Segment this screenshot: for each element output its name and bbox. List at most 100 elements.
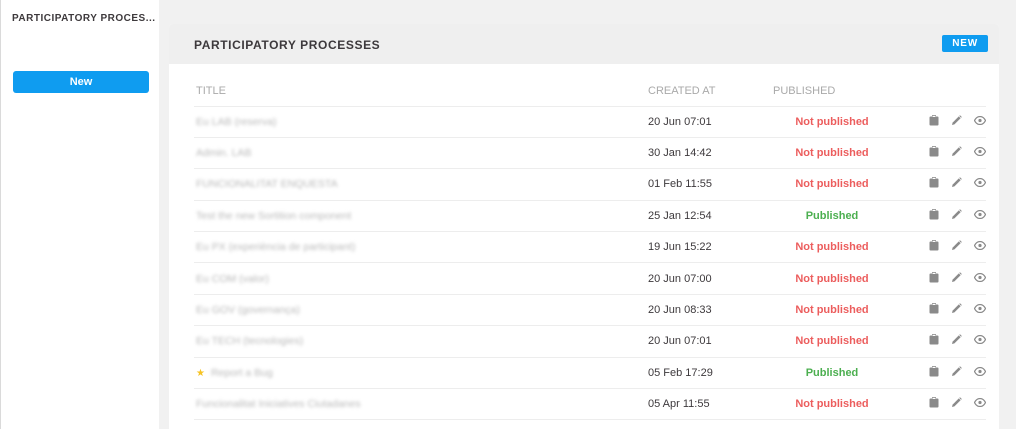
copy-icon[interactable]: [929, 177, 939, 188]
table-row: Eu PX (experiència de participant) 19 Jun…: [194, 231, 986, 264]
processes-card: PARTICIPATORY PROCESSES NEW TITLE CREATE…: [169, 24, 999, 429]
created-at-cell: 20 Jun 08:33: [648, 294, 764, 327]
status-badge: Not published: [795, 304, 869, 317]
table-row: Eu COM (valor) 20 Jun 07:00 Not published: [194, 262, 986, 295]
published-status-cell: Published: [764, 200, 900, 233]
pencil-icon[interactable]: [951, 209, 962, 220]
pencil-icon[interactable]: [951, 240, 962, 251]
published-status-cell: Not published: [764, 137, 900, 170]
created-at-cell: 20 Jun 07:00: [648, 262, 764, 295]
row-actions: [929, 303, 986, 314]
new-process-button[interactable]: NEW: [942, 35, 988, 52]
table-row: Admin. LAB 30 Jan 14:42 Not published: [194, 137, 986, 170]
process-title-link[interactable]: FUNCIONALITAT ENQUESTA: [196, 178, 338, 190]
pencil-icon[interactable]: [951, 334, 962, 345]
copy-icon[interactable]: [929, 334, 939, 345]
actions-cell: [900, 325, 986, 358]
eye-icon[interactable]: [974, 398, 986, 408]
process-title-link[interactable]: Eu COM (valor): [196, 273, 269, 285]
process-title-cell: ★ Report a Bug: [194, 357, 648, 390]
copy-icon[interactable]: [929, 271, 939, 283]
status-badge: Not published: [795, 115, 869, 128]
copy-icon[interactable]: [929, 146, 939, 157]
eye-icon[interactable]: [974, 178, 986, 188]
sidebar-heading[interactable]: PARTICIPATORY PROCES...: [12, 13, 156, 24]
process-title-link[interactable]: Eu TECH (tecnologies): [196, 335, 303, 347]
pencil-icon[interactable]: [951, 366, 962, 377]
eye-icon[interactable]: [974, 115, 986, 125]
actions-cell: [900, 168, 986, 201]
copy-icon[interactable]: [929, 208, 939, 220]
published-status-cell: Not published: [764, 294, 900, 327]
pencil-icon[interactable]: [951, 271, 962, 283]
process-title-link[interactable]: Eu LAB (reserva): [196, 116, 277, 128]
copy-icon[interactable]: [929, 114, 939, 126]
pencil-icon[interactable]: [951, 146, 962, 157]
actions-cell: [900, 262, 986, 295]
row-actions: [929, 240, 986, 251]
process-title-link[interactable]: Funcionalitat Iniciatives Ciutadanes: [196, 398, 361, 410]
eye-icon[interactable]: [974, 241, 986, 251]
row-actions: [929, 208, 986, 220]
process-title-cell: Eu LAB (reserva): [194, 106, 648, 138]
eye-icon[interactable]: [974, 147, 986, 157]
status-badge: Not published: [795, 147, 869, 160]
process-title-cell: Eu COM (valor): [194, 262, 648, 295]
published-status-cell: Not published: [764, 262, 900, 295]
row-actions: [929, 271, 986, 283]
status-badge: Not published: [795, 272, 869, 285]
status-badge: Not published: [795, 398, 869, 411]
eye-icon[interactable]: [974, 272, 986, 282]
table-row: Funcionalitat Iniciatives Ciutadanes 05 A…: [194, 388, 986, 421]
row-actions: [929, 397, 986, 408]
processes-table: TITLE CREATED AT PUBLISHED Eu LAB (reser…: [194, 76, 986, 421]
published-column-header: PUBLISHED: [764, 76, 900, 107]
table-row: Eu GOV (governança) 20 Jun 08:33 Not publi…: [194, 294, 986, 327]
created-at-cell: 25 Jan 12:54: [648, 200, 764, 233]
row-actions: [929, 365, 986, 377]
published-status-cell: Not published: [764, 106, 900, 138]
copy-icon[interactable]: [929, 365, 939, 377]
process-title-cell: Test the new Sortition component: [194, 200, 648, 233]
eye-icon[interactable]: [974, 209, 986, 219]
page-title: PARTICIPATORY PROCESSES: [194, 38, 381, 52]
published-status-cell: Published: [764, 357, 900, 390]
process-title-link[interactable]: Admin. LAB: [196, 147, 251, 159]
published-status-cell: Not published: [764, 168, 900, 201]
process-title-cell: Funcionalitat Iniciatives Ciutadanes: [194, 388, 648, 421]
actions-cell: [900, 106, 986, 138]
process-title-cell: Eu GOV (governança): [194, 294, 648, 327]
table-row: Test the new Sortition component 25 Jan 1…: [194, 200, 986, 233]
table-row: Eu TECH (tecnologies) 20 Jun 07:01 Not pub…: [194, 325, 986, 358]
eye-icon[interactable]: [974, 335, 986, 345]
table-header-row: TITLE CREATED AT PUBLISHED: [194, 76, 986, 107]
pencil-icon[interactable]: [951, 114, 962, 126]
eye-icon[interactable]: [974, 366, 986, 376]
sidebar-new-button[interactable]: New: [13, 71, 149, 93]
pencil-icon[interactable]: [951, 397, 962, 408]
row-actions: [929, 334, 986, 345]
status-badge: Published: [805, 366, 859, 379]
copy-icon[interactable]: [929, 303, 939, 314]
process-title-cell: Admin. LAB: [194, 137, 648, 170]
status-badge: Not published: [795, 178, 869, 191]
process-title-cell: Eu PX (experiència de participant): [194, 231, 648, 264]
star-icon[interactable]: ★: [196, 368, 205, 379]
created-at-cell: 20 Jun 07:01: [648, 106, 764, 138]
eye-icon[interactable]: [974, 304, 986, 314]
pencil-icon[interactable]: [951, 177, 962, 188]
process-title-link[interactable]: Report a Bug: [211, 367, 273, 379]
copy-icon[interactable]: [929, 240, 939, 251]
pencil-icon[interactable]: [951, 303, 962, 314]
created-at-cell: 05 Feb 17:29: [648, 357, 764, 390]
row-actions: [929, 114, 986, 126]
table-row: Eu LAB (reserva) 20 Jun 07:01 Not publishe…: [194, 106, 986, 138]
table-body: Eu LAB (reserva) 20 Jun 07:01 Not publishe…: [194, 106, 986, 421]
created-at-cell: 19 Jun 15:22: [648, 231, 764, 264]
actions-cell: [900, 137, 986, 170]
copy-icon[interactable]: [929, 397, 939, 408]
title-column-header: TITLE: [194, 76, 648, 107]
process-title-link[interactable]: Eu PX (experiència de participant): [196, 241, 355, 253]
process-title-link[interactable]: Eu GOV (governança): [196, 304, 300, 316]
process-title-link[interactable]: Test the new Sortition component: [196, 210, 351, 222]
